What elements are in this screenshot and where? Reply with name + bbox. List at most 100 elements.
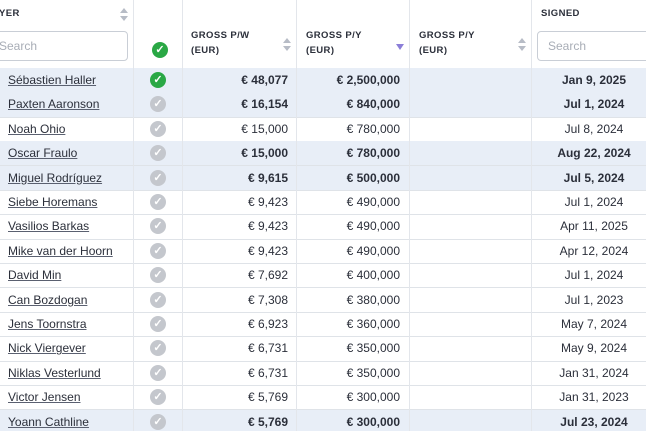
row-check-icon[interactable]: ✓	[150, 72, 166, 88]
signed-date: Jan 31, 2023	[559, 390, 629, 405]
row-check-icon[interactable]: ✓	[150, 267, 166, 284]
player-name-link[interactable]: Paxten Aaronson	[8, 92, 99, 116]
column-divider	[296, 0, 297, 431]
signed-date: Jul 23, 2024	[560, 414, 628, 429]
row-check-icon[interactable]: ✓	[150, 316, 166, 332]
table-row[interactable]: Victor Jensen ✓ € 5,769 € 300,000 Jan 31, 20…	[0, 385, 646, 411]
signed-date: Jul 5, 2024	[563, 170, 625, 185]
gross-py-value: € 400,000	[346, 268, 400, 283]
gross-py-value: € 360,000	[346, 317, 400, 331]
signed-date: Aug 22, 2024	[557, 146, 631, 161]
table-row[interactable]: Jens Toornstra ✓ € 6,923 € 360,000 May 7, 20…	[0, 312, 646, 338]
row-check-icon[interactable]: ✓	[150, 120, 166, 137]
signed-date: Apr 11, 2025	[560, 219, 628, 234]
row-check-icon[interactable]: ✓	[150, 242, 166, 259]
column-header-gross-py[interactable]: GROSS P/Y (EUR)	[306, 28, 362, 58]
gross-pw-value: € 16,154	[241, 97, 288, 112]
table-row[interactable]: Niklas Vesterlund ✓ € 6,731 € 350,000 Jan 31…	[0, 361, 646, 386]
signed-date: Jul 1, 2023	[564, 292, 624, 307]
table-row[interactable]: Can Bozdogan ✓ € 7,308 € 380,000 Jul 1, 2023	[0, 288, 646, 313]
player-name-link[interactable]: Can Bozdogan	[8, 288, 87, 312]
gross-py-value: € 840,000	[346, 97, 400, 112]
gross-py-value: € 780,000	[346, 146, 400, 161]
row-check-icon[interactable]: ✓	[150, 340, 166, 357]
table-row[interactable]: Vasilios Barkas ✓ € 9,423 € 490,000 Apr 11, …	[0, 214, 646, 240]
table-row[interactable]: Miguel Rodríguez ✓ € 9,615 € 500,000 Jul 5, …	[0, 165, 646, 191]
gross-py-value: € 350,000	[346, 365, 400, 380]
signed-date: Jan 9, 2025	[561, 73, 627, 87]
player-search-input[interactable]	[0, 31, 128, 61]
gross-py-value: € 380,000	[346, 292, 400, 307]
row-check-icon[interactable]: ✓	[150, 96, 166, 113]
table-row[interactable]: David Min ✓ € 7,692 € 400,000 Jul 1, 2024	[0, 263, 646, 289]
player-name-link[interactable]: Sébastien Haller	[8, 68, 96, 92]
gross-pw-value: € 5,769	[247, 414, 288, 429]
player-name-link[interactable]: David Min	[8, 263, 61, 287]
row-check-icon[interactable]: ✓	[150, 364, 166, 381]
player-name-link[interactable]: Nick Viergever	[8, 336, 86, 360]
gross-py-value: € 300,000	[346, 414, 400, 429]
column-header-player[interactable]: YER	[0, 6, 20, 21]
gross-pw-value: € 9,423	[247, 219, 288, 234]
column-header-gross-pw[interactable]: GROSS P/W (EUR)	[191, 28, 250, 58]
gross-pw-value: € 15,000	[241, 146, 288, 161]
gross-py-unit: (EUR)	[306, 45, 335, 56]
player-name-link[interactable]: Miguel Rodríguez	[8, 166, 102, 190]
gross-py-2-label: GROSS P/Y	[419, 30, 475, 41]
table-row[interactable]: Paxten Aaronson ✓ € 16,154 € 840,000 Jul 1, …	[0, 92, 646, 118]
sort-gross-py-2-icon[interactable]	[518, 38, 526, 52]
gross-pw-value: € 6,731	[247, 341, 288, 356]
gross-py-label: GROSS P/Y	[306, 30, 362, 41]
table-row[interactable]: Nick Viergever ✓ € 6,731 € 350,000 May 9, 20…	[0, 336, 646, 362]
column-header-signed[interactable]: SIGNED	[541, 6, 580, 21]
gross-pw-value: € 9,423	[247, 243, 288, 258]
row-check-icon[interactable]: ✓	[150, 145, 166, 162]
sort-gross-pw-icon[interactable]	[283, 38, 291, 52]
gross-pw-value: € 15,000	[241, 121, 288, 136]
gross-py-value: € 490,000	[346, 219, 400, 234]
row-check-icon[interactable]: ✓	[150, 218, 166, 235]
player-name-link[interactable]: Vasilios Barkas	[8, 214, 89, 238]
player-name-link[interactable]: Yoann Cathline	[8, 410, 89, 431]
gross-pw-value: € 48,077	[241, 73, 288, 87]
signed-date: May 7, 2024	[560, 317, 628, 331]
player-name-link[interactable]: Victor Jensen	[8, 385, 81, 409]
gross-py-2-unit: (EUR)	[419, 45, 448, 56]
table-row[interactable]: Siebe Horemans ✓ € 9,423 € 490,000 Jul 1, 20…	[0, 190, 646, 216]
table-row[interactable]: Yoann Cathline ✓ € 5,769 € 300,000 Jul 23, 2…	[0, 409, 646, 431]
signed-date: Jan 31, 2024	[559, 365, 629, 380]
row-check-icon[interactable]: ✓	[150, 291, 166, 308]
sort-player-icon[interactable]	[120, 8, 128, 22]
table-row[interactable]: Noah Ohio ✓ € 15,000 € 780,000 Jul 8, 2024	[0, 117, 646, 142]
table-row[interactable]: Oscar Fraulo ✓ € 15,000 € 780,000 Aug 22, 20…	[0, 141, 646, 167]
player-name-link[interactable]: Jens Toornstra	[8, 312, 87, 336]
table-row[interactable]: Mike van der Hoorn ✓ € 9,423 € 490,000 Apr 1…	[0, 239, 646, 264]
gross-py-value: € 780,000	[346, 121, 400, 136]
signed-date: Jul 1, 2024	[564, 195, 624, 209]
row-check-icon[interactable]: ✓	[150, 389, 166, 406]
row-check-icon[interactable]: ✓	[150, 194, 166, 210]
column-header-gross-py-2[interactable]: GROSS P/Y (EUR)	[419, 28, 475, 58]
column-divider	[133, 0, 134, 431]
signed-date: Jul 1, 2024	[564, 268, 624, 283]
signed-date: Jul 8, 2024	[564, 121, 624, 136]
contracts-table: YER ✓ GROSS P/W (EUR) GROSS P/Y (EUR) GROS…	[0, 0, 646, 431]
gross-pw-value: € 9,615	[247, 170, 288, 185]
player-name-link[interactable]: Mike van der Hoorn	[8, 239, 113, 263]
column-divider	[531, 0, 532, 431]
player-name-link[interactable]: Siebe Horemans	[8, 190, 97, 214]
player-name-link[interactable]: Niklas Vesterlund	[8, 361, 101, 385]
player-name-link[interactable]: Oscar Fraulo	[8, 141, 77, 165]
gross-py-value: € 350,000	[346, 341, 400, 356]
sort-desc-active-icon[interactable]	[396, 44, 404, 50]
player-name-link[interactable]: Noah Ohio	[8, 117, 65, 141]
table-row[interactable]: Sébastien Haller ✓ € 48,077 € 2,500,000 Jan …	[0, 68, 646, 94]
select-all-check-icon[interactable]: ✓	[152, 42, 168, 58]
row-check-icon[interactable]: ✓	[150, 169, 166, 186]
gross-pw-unit: (EUR)	[191, 45, 220, 56]
signed-search-input[interactable]	[537, 31, 646, 61]
row-check-icon[interactable]: ✓	[150, 413, 166, 430]
gross-pw-value: € 5,769	[247, 390, 288, 405]
column-divider	[182, 0, 183, 431]
gross-pw-value: € 6,923	[247, 317, 288, 331]
